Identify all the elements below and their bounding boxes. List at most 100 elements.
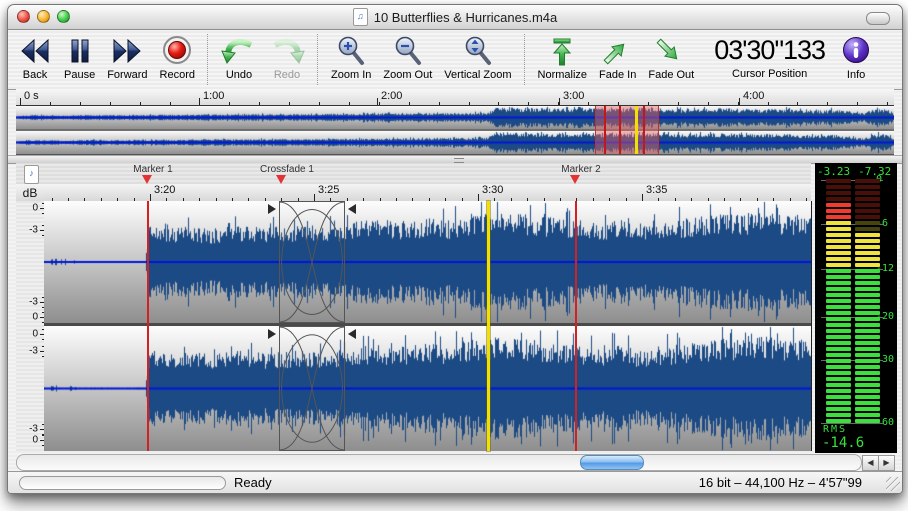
ruler-major-tick [739,98,740,105]
ruler-minor-tick [887,102,888,105]
meter-segment [826,245,851,249]
file-proxy-icon[interactable]: ♪ [24,165,39,184]
forward-icon [110,34,144,68]
back-button[interactable]: Back [12,30,58,89]
fade-out-label: Fade Out [648,69,694,81]
ruler-minor-tick [708,102,709,105]
crossfade-left-handle-icon[interactable] [268,329,276,339]
info-button[interactable]: Info [835,30,877,89]
ruler-minor-tick [857,102,858,105]
record-button[interactable]: Record [154,30,201,89]
normalize-button[interactable]: Normalize [532,30,594,89]
marker-triangle-icon[interactable] [570,175,580,184]
ruler-minor-tick [319,102,320,105]
meter-segment [855,347,880,351]
meter-segment [826,365,851,369]
undo-button[interactable]: Undo [215,30,263,89]
meter-segment [855,185,880,189]
ruler-minor-tick [20,102,21,105]
zoom-in-button[interactable]: Zoom In [325,30,377,89]
ruler-minor-tick [678,102,679,105]
marker-line[interactable] [147,201,149,451]
main-time-ruler[interactable]: 3:203:253:303:35 [44,184,811,202]
toolbar-toggle-pill[interactable] [866,12,890,25]
crossfade-envelope[interactable] [279,326,345,451]
meter-segment [855,383,880,387]
meter-segment [826,191,851,195]
waveform-channel-right[interactable] [44,326,811,451]
meter-segment [855,197,880,201]
marker-bar[interactable]: ♪ Marker 1Crossfade 1Marker 2 [16,163,811,184]
overview-marker-line [643,106,645,154]
meter-segment [826,239,851,243]
meter-segment [826,257,851,261]
crossfade-right-handle-icon[interactable] [348,329,356,339]
meter-segment [826,179,851,183]
meter-segment [826,383,851,387]
title-bar[interactable]: ♫ 10 Butterflies & Hurricanes.m4a [8,5,902,30]
waveform-channel-left[interactable] [44,201,811,323]
db-scale-label: -3 [29,225,38,236]
scrollbar-thumb[interactable] [580,455,644,470]
meter-segment [826,317,851,321]
scroll-left-arrow[interactable]: ◀ [862,455,879,471]
resize-grip[interactable] [886,477,900,491]
fade-in-button[interactable]: Fade In [593,30,642,89]
crossfade-envelope[interactable] [279,201,345,323]
meter-segment [855,233,880,237]
vertical-zoom-button[interactable]: Vertical Zoom [438,30,517,89]
meter-segment [855,365,880,369]
meter-segment [855,353,880,357]
meter-segment [826,329,851,333]
overview-channel-left[interactable] [16,106,894,129]
meter-segment [826,227,851,231]
playback-cursor-line[interactable] [487,201,490,451]
db-scale-label: -3 [29,424,38,435]
ruler-tick-label: 3:25 [318,184,339,196]
meter-segment [826,353,851,357]
meter-segment [826,203,851,207]
meter-segment [826,293,851,297]
scrollbar-track[interactable] [16,454,862,471]
ruler-minor-tick [588,102,589,105]
overview-channel-right[interactable] [16,131,894,154]
meter-segment [855,275,880,279]
overview-waveform[interactable] [16,106,894,155]
waveform-plot [44,201,812,451]
marker-line[interactable] [575,201,577,451]
redo-button[interactable]: Redo [263,30,311,89]
meter-segment [826,359,851,363]
marker-triangle-icon[interactable] [276,175,286,184]
desktop: ♫ 10 Butterflies & Hurricanes.m4a [0,0,908,511]
ruler-minor-tick [379,102,380,105]
format-info: 16 bit – 44,100 Hz – 4'57"99 [699,475,862,490]
fade-out-button[interactable]: Fade Out [642,30,700,89]
forward-button[interactable]: Forward [101,30,153,89]
zoom-in-icon [336,34,366,68]
progress-bar [19,476,226,490]
pause-label: Pause [64,69,95,81]
ruler-minor-tick [648,102,649,105]
meter-segment [855,179,880,183]
overview-marker-line [619,106,621,154]
pause-icon [67,34,93,68]
cursor-position-display: 03'30"133 Cursor Position [704,30,835,89]
crossfade-right-handle-icon[interactable] [348,204,356,214]
scroll-right-arrow[interactable]: ▶ [878,455,895,471]
pause-button[interactable]: Pause [58,30,101,89]
crossfade-left-handle-icon[interactable] [268,204,276,214]
meter-segment [855,395,880,399]
vertical-zoom-icon [463,34,493,68]
ruler-tick-label: 1:00 [203,90,224,102]
zoom-out-button[interactable]: Zoom Out [377,30,438,89]
meter-segment [826,221,851,225]
overview-time-ruler[interactable]: 0 s1:002:003:004:00 [16,89,894,106]
document-icon: ♫ [353,8,368,26]
marker-label: Crossfade 1 [260,164,314,175]
meter-segment [855,227,880,231]
marker-triangle-icon[interactable] [142,175,152,184]
meter-segment [826,311,851,315]
status-text: Ready [234,475,272,490]
horizontal-scrollbar[interactable]: ◀ ▶ [16,453,894,471]
meter-segment [826,323,851,327]
